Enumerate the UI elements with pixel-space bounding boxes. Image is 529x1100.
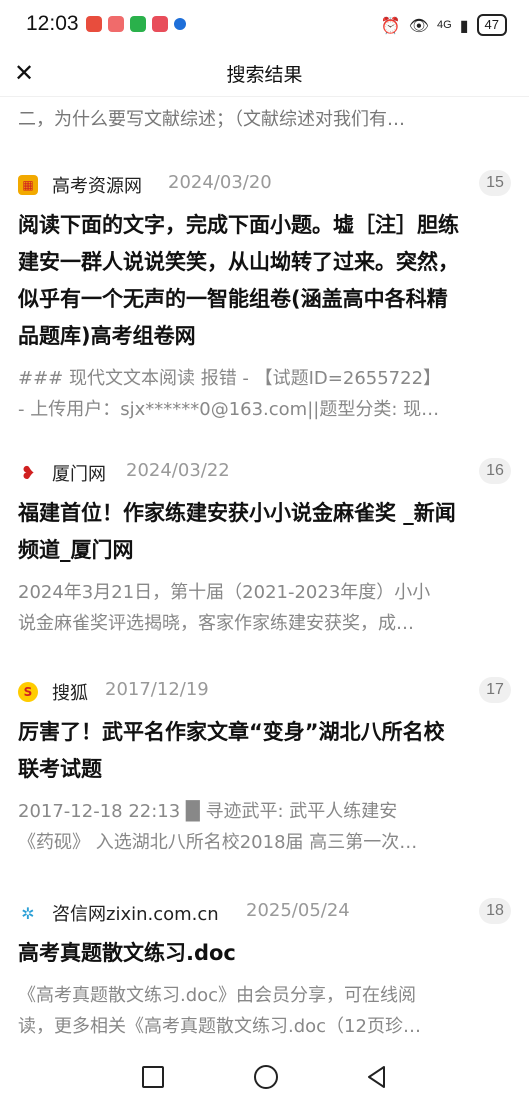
result-description: ### 现代文文本阅读 报错 - 【试题ID=2655722】 - 上传用户：s…: [18, 363, 511, 425]
home-button[interactable]: [254, 1065, 278, 1089]
title-line: 联考试题: [18, 757, 102, 781]
search-result-item[interactable]: ❥ 厦门网 2024/03/22 16 福建首位！作家练建安获小小说金麻雀奖 _…: [0, 457, 529, 639]
app-notification-icon: [108, 16, 124, 32]
gaokao-ziyuan-logo-icon: ▦: [18, 175, 38, 195]
sohu-logo-icon: S: [18, 682, 38, 702]
desc-line: 《药砚》 入选湖北八所名校2018届 高三第一次…: [18, 832, 418, 853]
title-line: 高考真题散文练习.doc: [18, 941, 236, 965]
result-source: 咨信网zixin.com.cn: [52, 904, 219, 925]
title-line: 频道_厦门网: [18, 538, 134, 562]
result-title[interactable]: 厉害了！武平名作家文章“变身”湖北八所名校 联考试题: [18, 714, 511, 788]
title-line: 厉害了！武平名作家文章“变身”湖北八所名校: [18, 720, 445, 744]
alarm-icon: ⏰: [380, 15, 401, 35]
eye-icon: 👁: [408, 15, 430, 35]
title-line: 似乎有一个无声的一智能组卷(涵盖高中各科精: [18, 287, 448, 311]
result-title[interactable]: 阅读下面的文字，完成下面小题。墟［注］胆练 建安一群人说说笑笑，从山坳转了过来。…: [18, 207, 511, 355]
title-line: 建安一群人说说笑笑，从山坳转了过来。突然，: [18, 250, 459, 274]
title-line: 阅读下面的文字，完成下面小题。墟［注］胆练: [18, 213, 459, 237]
result-rank-badge: 15: [479, 170, 511, 196]
result-date: 2024/03/22: [126, 460, 230, 481]
desc-line: - 上传用户：sjx******0@163.com||题型分类: 现…: [18, 399, 440, 420]
desc-line: 说金麻雀奖评选揭晓，客家作家练建安获奖，成…: [18, 613, 414, 634]
search-result-item[interactable]: ▦ 高考资源网 2024/03/20 15 阅读下面的文字，完成下面小题。墟［注…: [0, 169, 529, 425]
title-line: 品题库)高考组卷网: [18, 324, 196, 348]
desc-line: 《高考真题散文练习.doc》由会员分享，可在线阅: [18, 985, 417, 1006]
app-notification-icon: [174, 18, 186, 30]
result-title[interactable]: 高考真题散文练习.doc: [18, 935, 511, 972]
top-nav-bar: ✕ 搜索结果: [0, 50, 529, 97]
recent-apps-button[interactable]: [142, 1066, 164, 1088]
network-type: 4G: [437, 19, 452, 31]
result-description: 2024年3月21日，第十届（2021-2023年度）小小 说金麻雀奖评选揭晓，…: [18, 577, 511, 639]
result-rank-badge: 18: [479, 898, 511, 924]
result-date: 2025/05/24: [246, 900, 350, 921]
result-description: 2017-12-18 22:13 █ 寻迹武平: 武平人练建安 《药砚》 入选湖…: [18, 796, 511, 858]
battery-icon: 47: [476, 14, 507, 36]
status-time: 12:03: [26, 12, 79, 35]
desc-line: 读，更多相关《高考真题散文练习.doc（12页珍…: [18, 1016, 421, 1037]
result-snippet: 二，为什么要写文献综述；（文献综述对我们有…: [18, 109, 405, 130]
xiamen-logo-icon: ❥: [18, 463, 38, 484]
zixin-logo-icon: ✲: [18, 903, 38, 923]
result-source: 厦门网: [52, 464, 106, 485]
result-description: 《高考真题散文练习.doc》由会员分享，可在线阅 读，更多相关《高考真题散文练习…: [18, 980, 511, 1042]
status-bar: 12:03 ⏰ 👁 4G ▮ 47: [0, 0, 529, 50]
signal-icon: ▮: [459, 15, 469, 35]
result-rank-badge: 16: [479, 458, 511, 484]
result-date: 2024/03/20: [168, 172, 272, 193]
desc-line: 2024年3月21日，第十届（2021-2023年度）小小: [18, 582, 431, 603]
result-date: 2017/12/19: [105, 679, 209, 700]
app-notification-icon: [86, 16, 102, 32]
title-line: 福建首位！作家练建安获小小说金麻雀奖 _新闻: [18, 501, 456, 525]
system-nav-bar: [0, 1054, 529, 1100]
back-button[interactable]: [366, 1065, 388, 1089]
search-results-list[interactable]: 二，为什么要写文献综述；（文献综述对我们有… ▦ 高考资源网 2024/03/2…: [0, 97, 529, 1054]
result-rank-badge: 17: [479, 677, 511, 703]
result-title[interactable]: 福建首位！作家练建安获小小说金麻雀奖 _新闻 频道_厦门网: [18, 495, 511, 569]
page-title: 搜索结果: [226, 64, 303, 86]
search-result-item[interactable]: S 搜狐 2017/12/19 17 厉害了！武平名作家文章“变身”湖北八所名校…: [0, 676, 529, 858]
wechat-icon: [130, 16, 146, 32]
result-source: 搜狐: [52, 683, 88, 704]
desc-line: 2017-12-18 22:13 █ 寻迹武平: 武平人练建安: [18, 801, 398, 822]
app-notification-icon: [152, 16, 168, 32]
desc-line: ### 现代文文本阅读 报错 - 【试题ID=2655722】: [18, 368, 442, 389]
search-result-item[interactable]: ✲ 咨信网zixin.com.cn 2025/05/24 18 高考真题散文练习…: [0, 897, 529, 1042]
system-indicators: ⏰ 👁 4G ▮ 47: [381, 14, 507, 36]
result-source: 高考资源网: [52, 176, 142, 197]
notification-icons: [86, 16, 186, 32]
